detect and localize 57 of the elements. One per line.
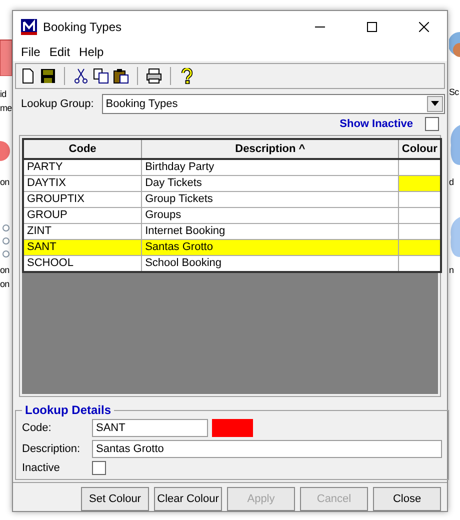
maximize-icon [367, 22, 377, 32]
lookup-group-dropdown[interactable]: Booking Types [102, 94, 445, 114]
column-header[interactable]: Colour [398, 138, 441, 159]
description-field[interactable]: Santas Grotto [92, 440, 442, 458]
background-icon-label: on [0, 176, 10, 188]
paste-icon[interactable] [113, 68, 129, 84]
scissors-icon[interactable] [73, 68, 89, 84]
caret-icon [431, 101, 439, 106]
background-icon-label: Sc [449, 86, 459, 98]
background-icon-label: n [449, 264, 454, 276]
menu-item[interactable]: Help [77, 44, 111, 59]
colour-cell[interactable] [398, 207, 441, 224]
show-inactive-label: Show Inactive [340, 118, 413, 130]
table-cell[interactable]: GROUPTIX [23, 191, 142, 208]
table-cell[interactable]: DAYTIX [23, 175, 142, 192]
save-icon[interactable] [40, 68, 56, 84]
table-cell[interactable]: Group Tickets [142, 191, 399, 208]
background-icon-label: on [0, 278, 10, 290]
colour-cell[interactable] [398, 223, 441, 240]
menu-item[interactable]: Edit [47, 44, 78, 59]
background-icon-label: on [0, 264, 10, 276]
close-icon [419, 22, 429, 32]
app-logo-icon [21, 19, 37, 35]
field-label: Description: [22, 443, 82, 455]
table-cell[interactable]: Groups [142, 207, 399, 224]
column-header[interactable]: Description ^ [142, 138, 399, 159]
table-cell[interactable]: SANT [23, 239, 142, 256]
field-label: Code: [22, 422, 52, 434]
table-cell[interactable]: GROUP [23, 207, 142, 224]
window-title: Booking Types [43, 20, 122, 34]
field-label: Inactive [22, 462, 61, 474]
background-icon-label: id [0, 88, 6, 100]
table-cell[interactable]: ZINT [23, 223, 142, 240]
table-cell[interactable]: School Booking [142, 255, 399, 272]
colour-cell[interactable] [398, 175, 441, 192]
code-field[interactable]: SANT [92, 419, 208, 437]
column-header[interactable]: Code [23, 138, 142, 159]
dialog-button[interactable]: Set Colour [81, 487, 149, 511]
colour-cell[interactable] [398, 255, 441, 272]
copy-icon[interactable] [93, 68, 109, 84]
new-document-icon[interactable] [20, 68, 36, 84]
dialog-button[interactable]: Close [373, 487, 441, 511]
menu-item[interactable]: File [19, 44, 48, 59]
dialog-button[interactable]: Clear Colour [154, 487, 222, 511]
background-icon-label: me [0, 102, 12, 114]
network-icon[interactable] [0, 222, 10, 260]
field-label: Lookup Group: [21, 98, 94, 110]
table-cell[interactable]: Santas Grotto [142, 239, 399, 256]
table-cell[interactable]: Internet Booking [142, 223, 399, 240]
background-icon-label: d [449, 176, 454, 188]
group-title: Lookup Details [24, 403, 112, 417]
printer-icon[interactable] [146, 68, 162, 84]
help-icon[interactable] [179, 68, 195, 84]
table-cell[interactable]: SCHOOL [23, 255, 142, 272]
table-cell[interactable]: Day Tickets [142, 175, 399, 192]
colour-cell[interactable] [398, 191, 441, 208]
colour-cell[interactable] [398, 239, 441, 256]
